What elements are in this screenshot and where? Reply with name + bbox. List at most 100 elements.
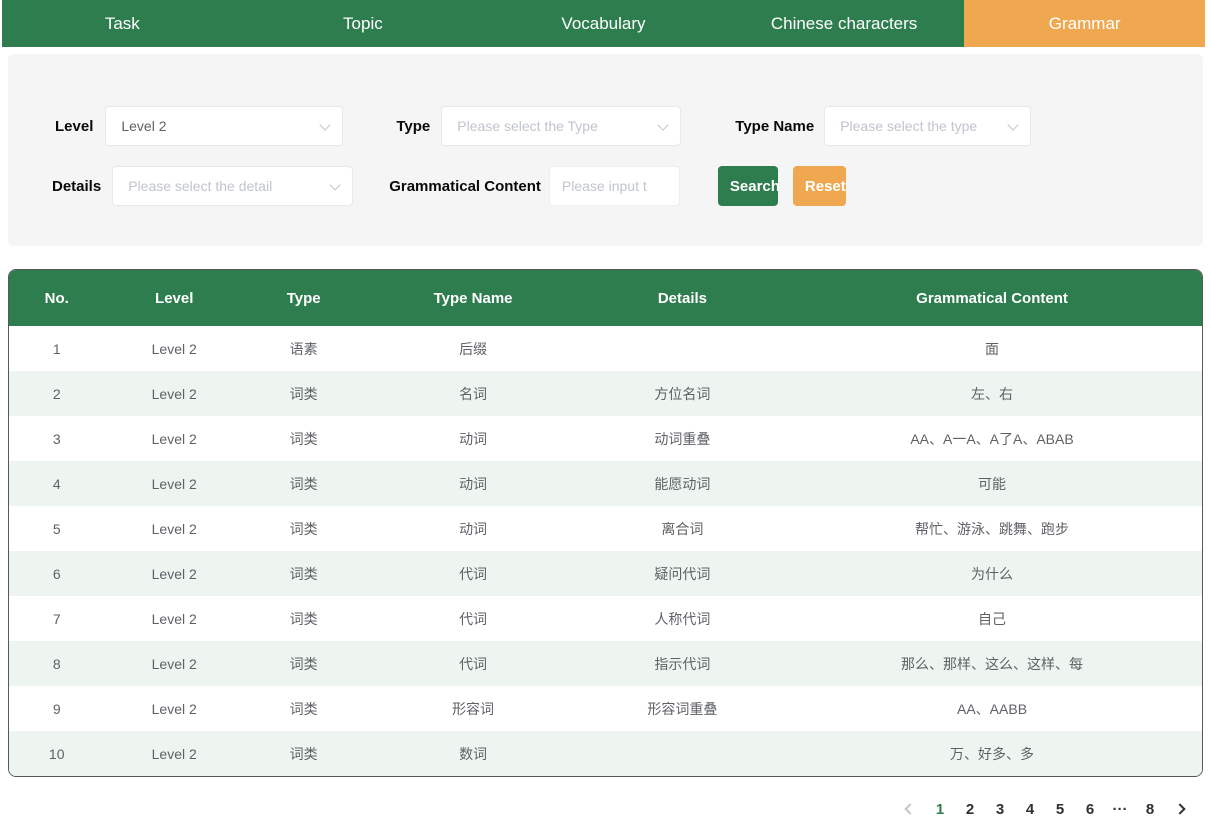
table-row: 4Level 2词类动词能愿动词可能 xyxy=(9,461,1202,506)
table-cell: 动词 xyxy=(363,416,583,461)
table-cell: 面 xyxy=(782,326,1202,371)
level-select[interactable]: Level 2 xyxy=(105,106,343,146)
table-cell: 那么、那样、这么、这样、每 xyxy=(782,641,1202,686)
type-label: Type xyxy=(396,118,430,135)
table-cell: 形容词 xyxy=(363,686,583,731)
table-cell: 词类 xyxy=(244,641,363,686)
chevron-down-icon xyxy=(1008,119,1019,130)
table-cell: 7 xyxy=(9,596,104,641)
table-row: 2Level 2词类名词方位名词左、右 xyxy=(9,371,1202,416)
table-cell: 词类 xyxy=(244,416,363,461)
tab-topic[interactable]: Topic xyxy=(243,0,484,47)
table-cell: 4 xyxy=(9,461,104,506)
filter-row-1: Level Level 2 Type Please select the Typ… xyxy=(55,106,1203,146)
table-cell: 自己 xyxy=(782,596,1202,641)
grammatical-content-label: Grammatical Content xyxy=(389,178,541,195)
results-table-card: No.LevelTypeType NameDetailsGrammatical … xyxy=(8,269,1203,777)
chevron-down-icon xyxy=(320,119,331,130)
table-cell: 动词 xyxy=(363,461,583,506)
table-cell: 代词 xyxy=(363,551,583,596)
tab-chinese-characters[interactable]: Chinese characters xyxy=(724,0,965,47)
type-name-select[interactable]: Please select the type xyxy=(824,106,1031,146)
table-cell: 形容词重叠 xyxy=(583,686,782,731)
table-cell: 方位名词 xyxy=(583,371,782,416)
reset-button[interactable]: Reset xyxy=(793,166,846,206)
table-cell: 代词 xyxy=(363,596,583,641)
column-header: Type Name xyxy=(363,270,583,326)
column-header: Type xyxy=(244,270,363,326)
table-cell: 8 xyxy=(9,641,104,686)
table-cell: 5 xyxy=(9,506,104,551)
pagination-prev-button[interactable] xyxy=(898,797,922,821)
table-cell: 词类 xyxy=(244,596,363,641)
pagination-page[interactable]: 8 xyxy=(1138,797,1162,821)
table-cell: Level 2 xyxy=(104,416,244,461)
table-cell: 词类 xyxy=(244,506,363,551)
top-nav: Task Topic Vocabulary Chinese characters… xyxy=(2,0,1205,47)
table-cell: 词类 xyxy=(244,371,363,416)
table-cell: 指示代词 xyxy=(583,641,782,686)
level-label: Level xyxy=(55,118,93,135)
table-cell: 1 xyxy=(9,326,104,371)
table-cell: 语素 xyxy=(244,326,363,371)
table-cell: Level 2 xyxy=(104,731,244,776)
column-header: Level xyxy=(104,270,244,326)
table-cell: 离合词 xyxy=(583,506,782,551)
table-cell: 能愿动词 xyxy=(583,461,782,506)
tab-task[interactable]: Task xyxy=(2,0,243,47)
table-cell: 后缀 xyxy=(363,326,583,371)
results-table: No.LevelTypeType NameDetailsGrammatical … xyxy=(9,270,1202,776)
tab-vocabulary[interactable]: Vocabulary xyxy=(483,0,724,47)
table-cell xyxy=(583,731,782,776)
details-select[interactable]: Please select the detail xyxy=(112,166,353,206)
table-row: 7Level 2词类代词人称代词自己 xyxy=(9,596,1202,641)
table-cell: 人称代词 xyxy=(583,596,782,641)
type-name-label: Type Name xyxy=(735,118,814,135)
table-cell: 左、右 xyxy=(782,371,1202,416)
table-cell: 词类 xyxy=(244,551,363,596)
pagination-page[interactable]: 4 xyxy=(1018,797,1042,821)
pagination-next-button[interactable] xyxy=(1168,797,1192,821)
grammatical-content-input[interactable] xyxy=(549,166,680,206)
table-cell: 动词重叠 xyxy=(583,416,782,461)
table-row: 10Level 2词类数词万、好多、多 xyxy=(9,731,1202,776)
column-header: Grammatical Content xyxy=(782,270,1202,326)
table-cell: AA、AABB xyxy=(782,686,1202,731)
table-cell: 数词 xyxy=(363,731,583,776)
table-cell: Level 2 xyxy=(104,641,244,686)
type-select-placeholder: Please select the Type xyxy=(457,118,598,134)
table-cell: 名词 xyxy=(363,371,583,416)
chevron-down-icon xyxy=(658,119,669,130)
table-cell: 疑问代词 xyxy=(583,551,782,596)
pagination-page[interactable]: 2 xyxy=(958,797,982,821)
pagination-page[interactable]: 5 xyxy=(1048,797,1072,821)
table-body: 1Level 2语素后缀面2Level 2词类名词方位名词左、右3Level 2… xyxy=(9,326,1202,776)
table-cell xyxy=(583,326,782,371)
chevron-right-icon xyxy=(1174,803,1185,814)
search-button[interactable]: Search xyxy=(718,166,778,206)
level-select-value: Level 2 xyxy=(121,118,166,134)
table-row: 3Level 2词类动词动词重叠AA、A一A、A了A、ABAB xyxy=(9,416,1202,461)
table-cell: 10 xyxy=(9,731,104,776)
pagination: 123456···8 xyxy=(0,797,1195,821)
column-header: No. xyxy=(9,270,104,326)
pagination-ellipsis[interactable]: ··· xyxy=(1108,797,1132,821)
details-label: Details xyxy=(52,178,101,195)
pagination-page[interactable]: 6 xyxy=(1078,797,1102,821)
table-cell: Level 2 xyxy=(104,686,244,731)
table-row: 5Level 2词类动词离合词帮忙、游泳、跳舞、跑步 xyxy=(9,506,1202,551)
chevron-down-icon xyxy=(330,179,341,190)
type-select[interactable]: Please select the Type xyxy=(441,106,681,146)
table-cell: 9 xyxy=(9,686,104,731)
table-cell: 6 xyxy=(9,551,104,596)
chevron-left-icon xyxy=(904,803,915,814)
tab-grammar[interactable]: Grammar xyxy=(964,0,1205,47)
table-cell: 帮忙、游泳、跳舞、跑步 xyxy=(782,506,1202,551)
table-cell: 可能 xyxy=(782,461,1202,506)
pagination-page[interactable]: 3 xyxy=(988,797,1012,821)
table-row: 1Level 2语素后缀面 xyxy=(9,326,1202,371)
table-cell: Level 2 xyxy=(104,461,244,506)
pagination-page[interactable]: 1 xyxy=(928,797,952,821)
filter-panel: Level Level 2 Type Please select the Typ… xyxy=(8,54,1203,246)
table-cell: 代词 xyxy=(363,641,583,686)
